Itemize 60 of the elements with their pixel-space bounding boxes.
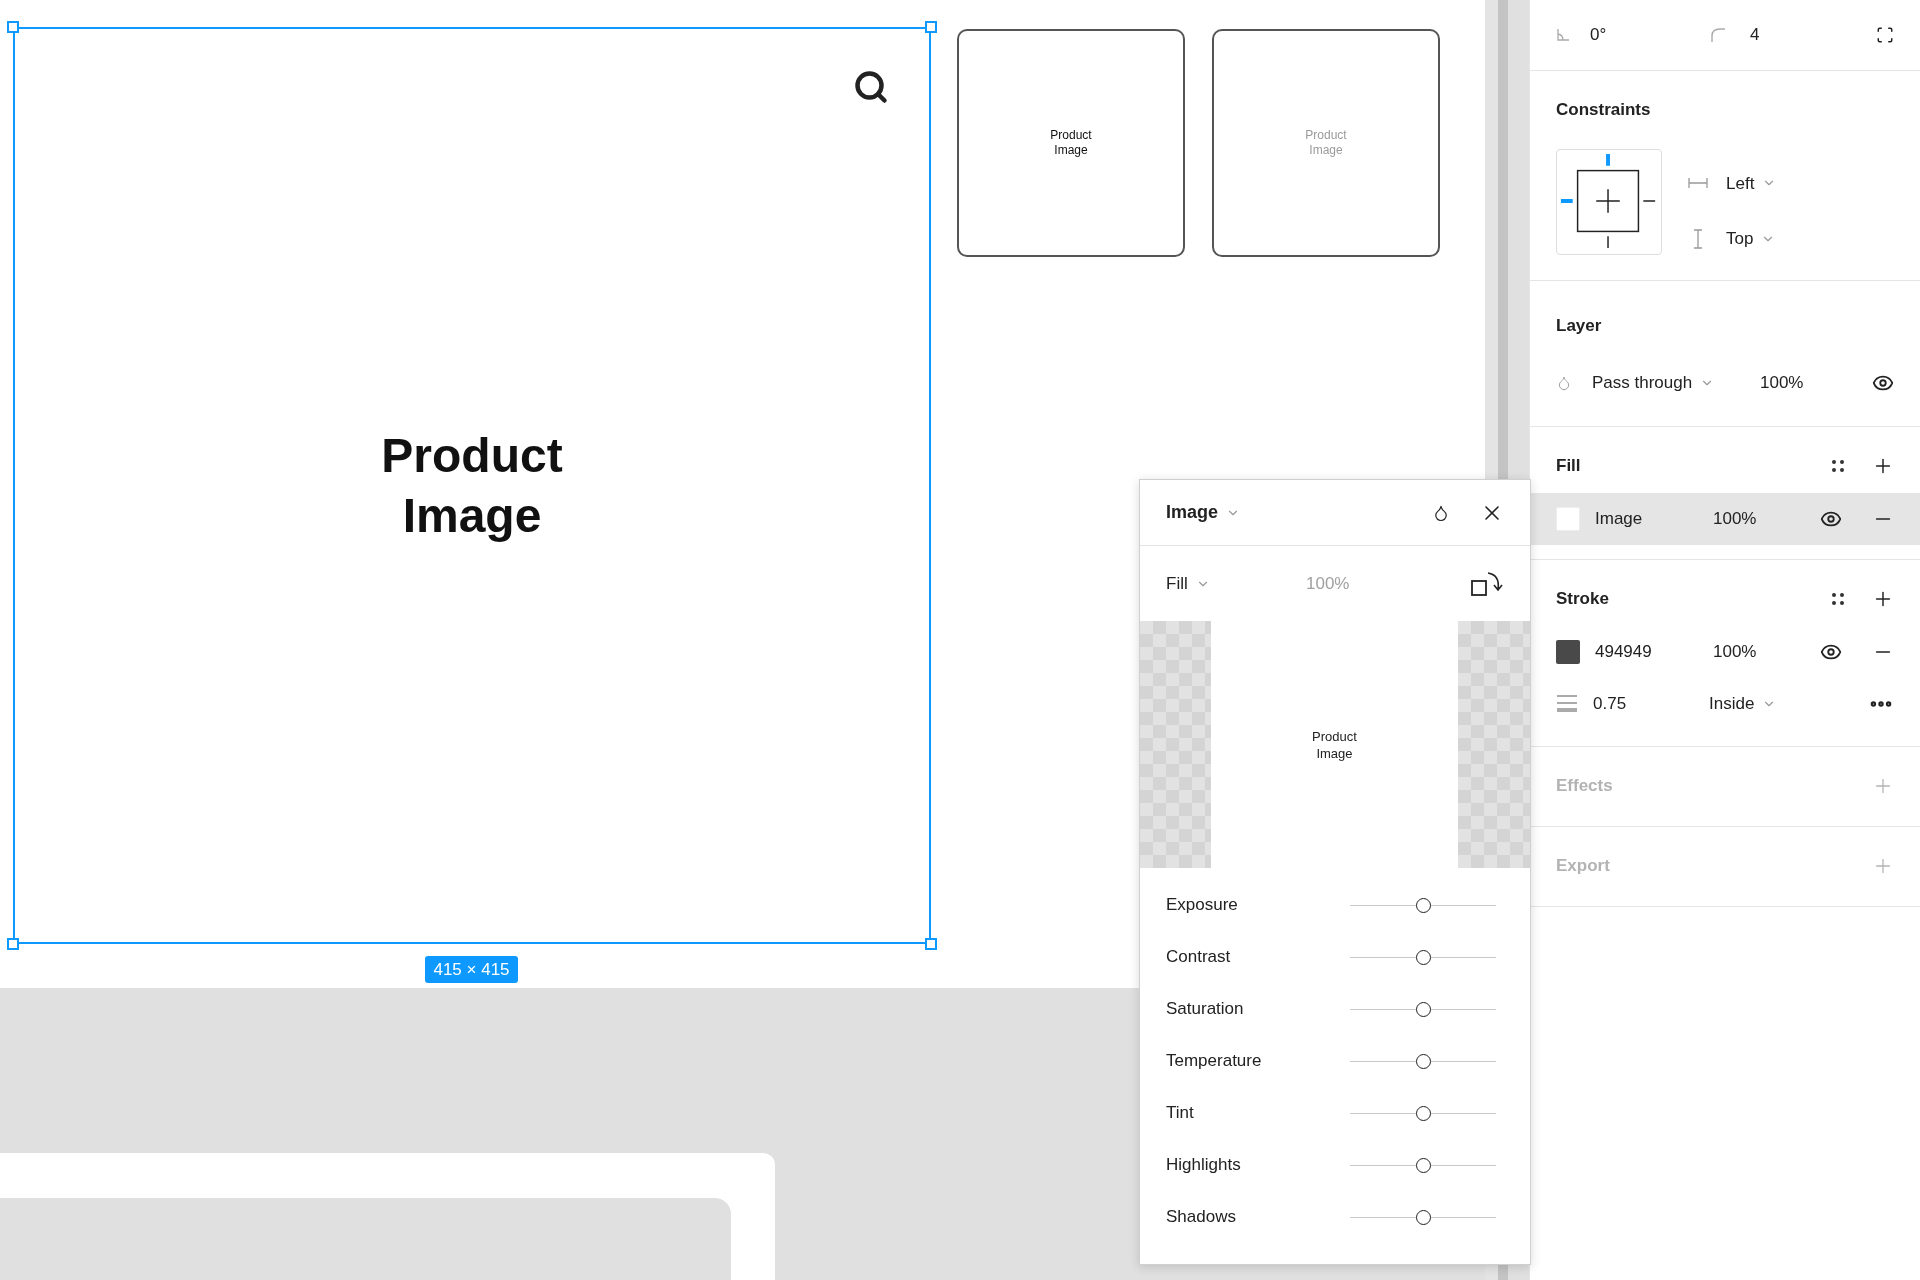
stroke-weight-icon [1556,693,1578,714]
rotation-value[interactable]: 0° [1590,22,1710,48]
constraints-diagram[interactable] [1556,148,1662,255]
section-title: Export [1556,855,1611,878]
image-frame[interactable]: Product Image [13,27,931,944]
resize-handle[interactable] [7,21,19,33]
layer-opacity[interactable]: 100% [1760,370,1804,396]
drag-dots-icon[interactable] [1830,457,1846,474]
section-title: Layer [1556,314,1603,337]
image-swatch[interactable] [1556,506,1580,531]
stroke-color-hex[interactable]: 494949 [1595,638,1713,665]
adjustment-label: Exposure [1166,894,1239,917]
thumbnail-frame[interactable]: Product Image [957,29,1185,257]
slider-thumb[interactable] [1416,1157,1431,1173]
droplet-icon[interactable] [1432,503,1450,522]
size-label: 415 × 415 [425,956,518,983]
expand-corners-icon[interactable] [1876,26,1894,44]
slider-thumb[interactable] [1416,897,1431,913]
stroke-weight[interactable]: 0.75 [1593,690,1709,717]
section-title: Fill [1556,454,1582,477]
search-icon[interactable] [853,69,889,105]
fill-row[interactable]: Image 100% [1530,492,1920,545]
slider-thumb[interactable] [1416,949,1431,965]
adjustment-label: Highlights [1166,1154,1242,1177]
slider-thumb[interactable] [1416,1001,1431,1017]
slider-thumb[interactable] [1416,1105,1431,1121]
thumbnail-label: Product Image [1305,128,1347,158]
thumbnail-label: Product Image [1050,128,1092,158]
adjustment-label: Shadows [1166,1206,1237,1229]
adjustment-label: Temperature [1166,1050,1263,1073]
blend-mode-dropdown[interactable]: Pass through [1592,370,1752,396]
adjustment-label: Contrast [1166,946,1232,969]
resize-handle[interactable] [7,938,19,950]
stroke-opacity[interactable]: 100% [1713,638,1757,665]
corner-radius-value[interactable]: 4 [1750,22,1760,48]
preview-label: Product Image [1312,727,1357,762]
slider-thumb[interactable] [1416,1053,1431,1069]
adjustment-label: Saturation [1166,998,1245,1021]
horizontal-constraint-icon [1688,177,1708,190]
section-title: Constraints [1556,99,1652,121]
angle-icon [1556,28,1570,42]
slider-thumb[interactable] [1416,1209,1431,1225]
droplet-icon [1556,374,1572,391]
adjustment-label: Tint [1166,1102,1195,1125]
corner-radius-icon [1710,27,1726,43]
frame-label: Product Image [381,427,563,544]
fill-opacity[interactable]: 100% [1713,505,1757,532]
drag-dots-icon[interactable] [1830,590,1846,607]
resize-handle[interactable] [925,938,937,950]
stroke-position-dropdown[interactable]: Inside [1709,690,1777,717]
vertical-constraint-dropdown[interactable]: Top [1726,226,1776,252]
fill-type: Image [1595,507,1644,530]
image-type-dropdown[interactable]: Image [1166,499,1241,526]
fill-mode-dropdown[interactable]: Fill [1166,570,1306,597]
section-title: Effects [1556,775,1614,798]
opacity-value: 100% [1306,572,1350,595]
horizontal-constraint-dropdown[interactable]: Left [1726,170,1777,196]
section-title: Stroke [1556,587,1610,610]
color-swatch[interactable] [1556,639,1580,664]
resize-handle[interactable] [925,21,937,33]
